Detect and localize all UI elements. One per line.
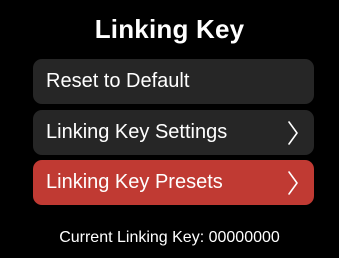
current-linking-key-status: Current Linking Key: 00000000 — [0, 229, 339, 247]
chevron-right-icon — [286, 119, 300, 147]
menu-item-label: Linking Key Settings — [46, 121, 228, 143]
menu-item-label: Linking Key Presets — [46, 171, 223, 193]
current-linking-key-label: Current Linking Key: — [59, 229, 205, 246]
page-title: Linking Key — [94, 14, 245, 44]
reset-to-default-button[interactable]: Reset to Default — [33, 59, 314, 104]
chevron-right-icon — [286, 169, 300, 197]
screen: Linking Key Reset to Default Linking Key… — [0, 0, 339, 258]
linking-key-settings-button[interactable]: Linking Key Settings — [33, 110, 314, 155]
linking-key-presets-button[interactable]: Linking Key Presets — [33, 160, 314, 205]
current-linking-key-value: 00000000 — [208, 229, 280, 246]
menu-item-label: Reset to Default — [46, 70, 190, 92]
